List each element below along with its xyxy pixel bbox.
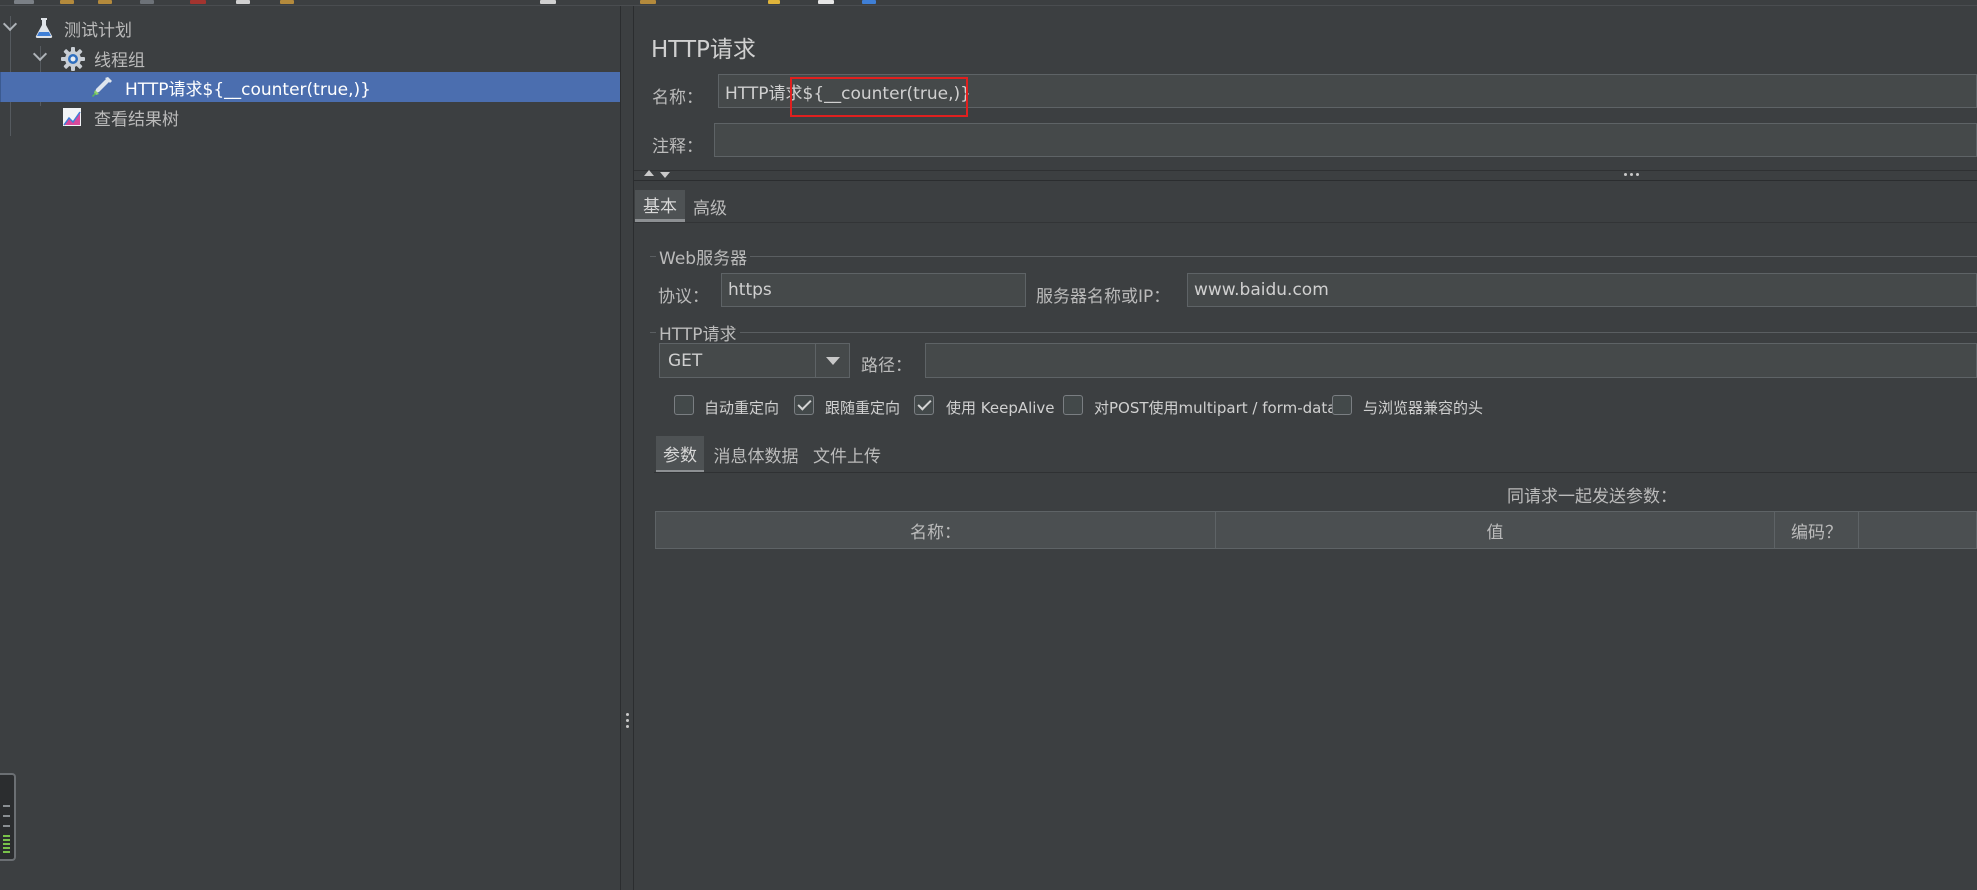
comment-label: 注释： <box>652 137 703 157</box>
tab-basic[interactable]: 基本 <box>635 190 685 222</box>
protocol-label: 协议： <box>658 287 709 307</box>
protocol-field-value: https <box>728 280 772 300</box>
toolbar-icon[interactable] <box>818 0 834 4</box>
tab-parameters[interactable]: 参数 <box>656 436 704 473</box>
follow-redirects-checkbox[interactable] <box>794 395 814 415</box>
tab-advanced[interactable]: 高级 <box>686 190 734 222</box>
flask-icon <box>32 16 56 40</box>
auto-redirect-label: 自动重定向 <box>704 399 780 417</box>
divider <box>634 170 1977 171</box>
chevron-down-icon <box>825 356 840 365</box>
multipart-label: 对POST使用multipart / form-data <box>1094 399 1337 417</box>
path-label: 路径： <box>861 356 912 376</box>
grip-icon[interactable] <box>1624 173 1627 176</box>
params-table-header: 名称： 值 编码？ <box>655 511 1977 549</box>
toolbar-icon[interactable] <box>862 0 876 4</box>
http-request-section-title: HTTP请求 <box>656 320 740 345</box>
method-select[interactable]: GET <box>659 343 850 378</box>
auto-redirect-checkbox[interactable] <box>674 395 694 415</box>
chart-icon <box>60 105 84 129</box>
tree-item-thread-group[interactable]: 线程组 <box>0 43 620 73</box>
test-plan-tree: 测试计划 线程组 HTTP请求${__counter(true,)} 查看结果树 <box>0 6 620 890</box>
tree-item-label: 查看结果树 <box>94 109 179 130</box>
server-name-label: 服务器名称或IP： <box>1036 287 1171 307</box>
web-server-section-title: Web服务器 <box>656 244 751 269</box>
gear-icon <box>60 46 85 71</box>
collapse-down-icon[interactable] <box>660 172 670 178</box>
toolbar-icon[interactable] <box>14 0 34 4</box>
tree-item-label: HTTP请求${__counter(true,)} <box>125 79 371 100</box>
server-name-field-value: www.baidu.com <box>1194 280 1329 300</box>
tree-item-view-results-tree[interactable]: 查看结果树 <box>0 102 620 132</box>
memory-usage-indicator[interactable] <box>0 773 16 861</box>
http-request-editor: HTTP请求 名称： HTTP请求${__counter(true,)} 注释：… <box>634 6 1977 890</box>
tab-files-upload[interactable]: 文件上传 <box>810 436 884 473</box>
toolbar-icon[interactable] <box>540 0 556 4</box>
tree-item-label: 线程组 <box>94 50 145 71</box>
follow-redirects-label: 跟随重定向 <box>825 399 901 417</box>
path-field[interactable] <box>925 343 1977 378</box>
keepalive-label: 使用 KeepAlive <box>946 399 1055 417</box>
method-select-value: GET <box>668 350 703 371</box>
column-header-name[interactable]: 名称： <box>656 512 1216 548</box>
dropdown-arrow[interactable] <box>815 344 849 377</box>
toolbar-icon[interactable] <box>280 0 294 4</box>
tree-item-test-plan[interactable]: 测试计划 <box>0 13 620 43</box>
params-caption: 同请求一起发送参数： <box>1507 487 1677 507</box>
tab-body-data[interactable]: 消息体数据 <box>710 436 802 473</box>
comment-field[interactable] <box>714 123 1977 157</box>
chevron-down-icon[interactable] <box>2 16 18 32</box>
tree-item-label: 测试计划 <box>64 20 132 41</box>
jmeter-window: 测试计划 线程组 HTTP请求${__counter(true,)} 查看结果树… <box>0 0 1977 890</box>
expand-up-icon[interactable] <box>644 170 654 176</box>
browser-compatible-headers-checkbox[interactable] <box>1332 395 1352 415</box>
keepalive-checkbox[interactable] <box>914 395 934 415</box>
protocol-field[interactable]: https <box>721 273 1026 307</box>
name-label: 名称： <box>652 88 703 108</box>
divider <box>634 180 1977 181</box>
toolbar-icon[interactable] <box>60 0 74 4</box>
browser-compatible-headers-label: 与浏览器兼容的头 <box>1363 399 1484 417</box>
server-name-field[interactable]: www.baidu.com <box>1187 273 1977 307</box>
chevron-down-icon[interactable] <box>32 46 48 62</box>
column-header-value[interactable]: 值 <box>1216 512 1775 548</box>
pipette-icon <box>89 74 113 98</box>
multipart-checkbox[interactable] <box>1063 395 1083 415</box>
page-title: HTTP请求 <box>651 37 756 63</box>
divider <box>634 222 1977 223</box>
toolbar-icon[interactable] <box>98 0 112 4</box>
toolbar-icon[interactable] <box>190 0 206 4</box>
column-header-encode[interactable]: 编码？ <box>1775 512 1859 548</box>
toolbar-icon[interactable] <box>640 0 656 4</box>
divider <box>654 472 1977 473</box>
panel-splitter[interactable] <box>620 6 634 890</box>
toolbar-icon[interactable] <box>768 0 780 4</box>
tree-item-http-request[interactable]: HTTP请求${__counter(true,)} <box>0 72 620 102</box>
toolbar-icon[interactable] <box>140 0 154 4</box>
toolbar-icon[interactable] <box>236 0 250 4</box>
highlight-annotation <box>790 77 968 117</box>
